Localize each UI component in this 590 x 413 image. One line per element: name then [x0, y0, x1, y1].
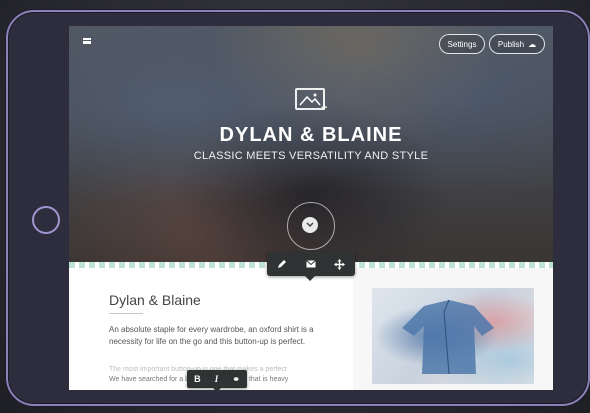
product-image[interactable] — [372, 288, 534, 384]
pencil-icon — [277, 260, 286, 268]
add-image-icon[interactable]: + — [321, 103, 327, 114]
link-icon[interactable]: ⚭ — [232, 374, 240, 385]
edit-button[interactable] — [267, 252, 296, 276]
publish-button-label: Publish — [497, 40, 525, 49]
italic-button[interactable]: I — [215, 374, 219, 384]
publish-button[interactable]: Publish ☁ — [489, 34, 545, 54]
hamburger-icon[interactable] — [83, 38, 91, 44]
mail-button[interactable] — [296, 252, 325, 276]
scroll-down-button[interactable] — [287, 202, 335, 250]
block-toolbar-caret — [305, 276, 315, 281]
hero-subtitle[interactable]: CLASSIC MEETS VERSATILITY AND STYLE — [69, 150, 553, 162]
settings-button[interactable]: Settings — [439, 34, 485, 54]
tablet-screen: Settings Publish ☁ + DYLAN & BLAINE CLASS… — [69, 26, 553, 390]
hero-section: Settings Publish ☁ + DYLAN & BLAINE CLASS… — [69, 26, 553, 262]
section-title[interactable]: Dylan & Blaine — [109, 292, 201, 308]
title-underline — [109, 313, 143, 314]
image-block — [353, 268, 553, 390]
cloud-upload-icon: ☁ — [528, 40, 537, 49]
home-button[interactable] — [32, 206, 60, 234]
move-icon — [334, 258, 345, 270]
block-toolbar — [267, 252, 355, 276]
text-format-toolbar-caret — [213, 388, 221, 390]
move-button[interactable] — [325, 252, 354, 276]
body-paragraph[interactable]: An absolute staple for every wardrobe, a… — [109, 324, 319, 348]
settings-button-label: Settings — [447, 40, 477, 49]
text-format-toolbar: B I ⚭ — [187, 370, 247, 388]
mail-icon — [305, 260, 316, 268]
chevron-down-icon — [302, 217, 318, 233]
hero-title[interactable]: DYLAN & BLAINE — [69, 124, 553, 147]
bold-button[interactable]: B — [194, 374, 201, 384]
